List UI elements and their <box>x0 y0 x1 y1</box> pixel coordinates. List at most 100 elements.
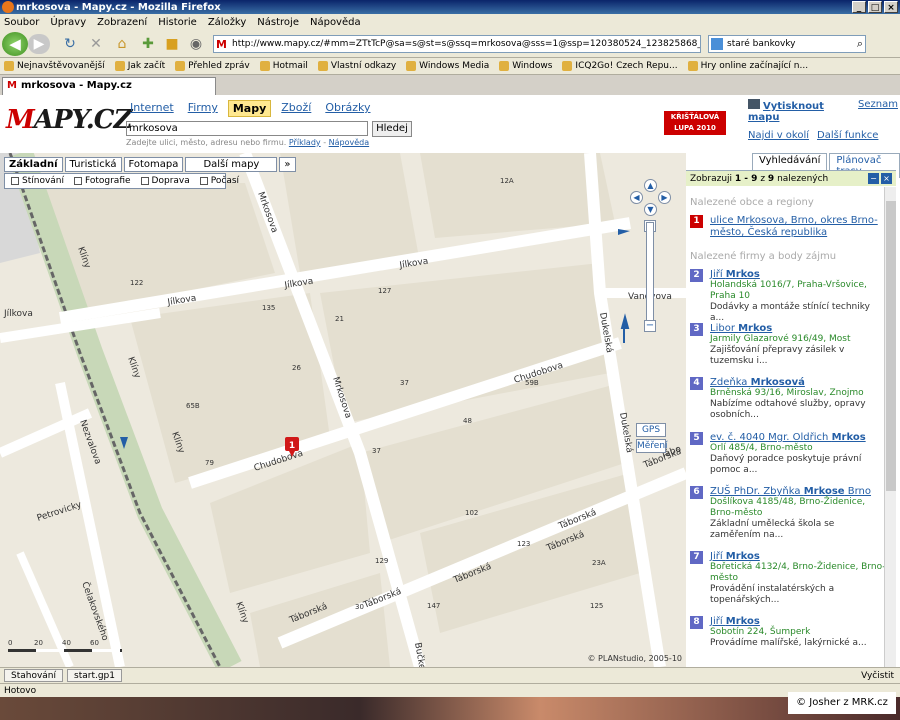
seznam-link[interactable]: Seznam <box>858 99 898 123</box>
bookmark-item[interactable]: Přehled zpráv <box>175 61 250 71</box>
award-badge[interactable]: KŘIŠŤÁLOVÁ LUPA 2010 <box>664 111 726 135</box>
result-item[interactable]: 2 Jiří Mrkos Holandská 1016/7, Praha-Vrš… <box>690 269 886 324</box>
search-icon[interactable]: ⌕ <box>857 36 863 52</box>
measure-button[interactable]: Měření <box>636 439 668 453</box>
addon2-icon[interactable]: ■ <box>162 34 182 54</box>
zoom-slider[interactable] <box>646 222 654 322</box>
result-name[interactable]: Jiří Mrkos <box>710 269 886 280</box>
result-item[interactable]: 1 ulice Mrkosova, Brno, okres Brno-město… <box>690 215 886 239</box>
result-address: Holandská 1016/7, Praha-Vršovice, Praha … <box>710 280 867 301</box>
pan-down-icon[interactable]: ▼ <box>644 203 657 216</box>
nav-mapy[interactable]: Mapy <box>227 100 272 117</box>
bookmark-item[interactable]: Vlastní odkazy <box>317 61 396 71</box>
print-map-link[interactable]: Vytisknout mapu <box>748 99 850 123</box>
maptype-photo[interactable]: Fotomapa <box>123 157 184 172</box>
menu-item[interactable]: Zobrazení <box>97 17 147 28</box>
gps-button[interactable]: GPS <box>636 423 666 437</box>
clear-button[interactable]: Vyčistit <box>861 671 894 681</box>
result-name[interactable]: ev. č. 4040 Mgr. Oldřich Mrkos <box>710 432 886 443</box>
result-item[interactable]: 4 Zdeňka Mrkosová Brněnská 93/16, Mirosl… <box>690 377 886 421</box>
result-item[interactable]: 6 ZUŠ PhDr. Zbyňka Mrkose Brno Došlíkova… <box>690 486 886 541</box>
nav-zbozi[interactable]: Zboží <box>277 100 315 117</box>
result-description: Daňový poradce poskytuje právní pomoc a.… <box>710 454 862 475</box>
back-button[interactable]: ◀ <box>2 32 28 56</box>
result-item[interactable]: 5 ev. č. 4040 Mgr. Oldřich Mrkos Orlí 48… <box>690 432 886 476</box>
pan-left-icon[interactable]: ◀ <box>630 191 643 204</box>
help-link[interactable]: Nápověda <box>329 138 370 147</box>
result-name[interactable]: ulice Mrkosova, Brno, okres Brno-město, … <box>710 215 878 238</box>
minimize-icon[interactable]: _ <box>852 1 866 13</box>
result-name[interactable]: Jiří Mrkos <box>710 551 886 562</box>
minimize-panel-icon[interactable]: − <box>868 173 879 184</box>
map-search-input[interactable]: mrkosova <box>126 121 368 136</box>
svg-text:147: 147 <box>427 602 440 610</box>
option-photos[interactable]: Fotografie <box>74 176 131 186</box>
pan-right-icon[interactable]: ▶ <box>658 191 671 204</box>
result-name[interactable]: ZUŠ PhDr. Zbyňka Mrkose Brno <box>710 486 886 497</box>
nav-obrazky[interactable]: Obrázky <box>321 100 374 117</box>
maptype-tourist[interactable]: Turistická <box>64 157 122 172</box>
url-bar[interactable]: M http://www.mapy.cz/#mm=ZTtTcP@sa=s@st=… <box>213 35 701 53</box>
home-icon[interactable]: ⌂ <box>112 34 132 54</box>
tab-bar: M mrkosova - Mapy.cz <box>0 75 900 95</box>
menu-item[interactable]: Záložky <box>208 17 246 28</box>
downloads-item[interactable]: Stahování <box>4 669 64 682</box>
scrollbar-thumb[interactable] <box>886 201 896 491</box>
map-canvas[interactable]: Jílkova Jílkova Jílkova Jílkova Mrkosova… <box>0 153 686 667</box>
option-shading[interactable]: Stínování <box>11 176 64 186</box>
menu-item[interactable]: Soubor <box>4 17 39 28</box>
checkbox-icon <box>74 177 82 185</box>
browser-search-input[interactable]: staré bankovky ⌕ <box>708 35 866 53</box>
menu-item[interactable]: Nápověda <box>310 17 361 28</box>
mapy-logo[interactable]: MAPY.CZ <box>6 105 132 135</box>
nav-firmy[interactable]: Firmy <box>184 100 222 117</box>
menu-item[interactable]: Historie <box>158 17 197 28</box>
maptype-more[interactable]: Další mapy <box>185 157 278 172</box>
result-item[interactable]: 7 Jiří Mrkos Bořetická 4132/4, Brno-Žide… <box>690 551 886 606</box>
zoom-out-button[interactable]: − <box>644 320 656 332</box>
menu-item[interactable]: Úpravy <box>50 17 86 28</box>
nav-internet[interactable]: Internet <box>126 100 178 117</box>
menu-item[interactable]: Nástroje <box>257 17 299 28</box>
url-text: http://www.mapy.cz/#mm=ZTtTcP@sa=s@st=s@… <box>232 39 700 49</box>
svg-text:60: 60 <box>90 639 99 647</box>
bookmark-item[interactable]: Jak začít <box>114 61 165 71</box>
bookmark-item[interactable]: Windows <box>499 61 552 71</box>
find-nearby-link[interactable]: Najdi v okolí <box>748 130 809 141</box>
addon-icon[interactable]: ✚ <box>138 34 158 54</box>
more-functions-link[interactable]: Další funkce <box>817 130 878 141</box>
result-name[interactable]: Zdeňka Mrkosová <box>710 377 886 388</box>
background-photo-strip <box>0 697 900 720</box>
bookmark-item[interactable]: ICQ2Go! Czech Repu... <box>562 61 678 71</box>
result-item[interactable]: 3 Libor Mrkos Jarmily Glazarové 916/49, … <box>690 323 886 367</box>
bookmark-icon <box>406 61 417 71</box>
bookmark-item[interactable]: Nejnavštěvovanější <box>4 61 105 71</box>
chevron-down-icon[interactable]: » <box>279 157 296 172</box>
pan-up-icon[interactable]: ▲ <box>644 179 657 192</box>
option-traffic[interactable]: Doprava <box>140 176 190 186</box>
addon3-icon[interactable]: ◉ <box>186 34 206 54</box>
examples-link[interactable]: Příklady <box>289 138 321 147</box>
maximize-icon[interactable]: □ <box>868 1 882 13</box>
result-description: Základní umělecká škola se zaměřením na.… <box>710 519 835 540</box>
close-icon[interactable]: × <box>884 1 898 13</box>
close-panel-icon[interactable]: × <box>881 173 892 184</box>
forward-button[interactable]: ▶ <box>28 34 50 54</box>
file-item[interactable]: start.gp1 <box>67 669 122 682</box>
reload-icon[interactable]: ↻ <box>60 34 80 54</box>
svg-text:37: 37 <box>372 447 381 455</box>
result-name[interactable]: Libor Mrkos <box>710 323 886 334</box>
search-button[interactable]: Hledej <box>372 121 412 137</box>
bookmark-item[interactable]: Windows Media <box>406 61 489 71</box>
result-name[interactable]: Jiří Mrkos <box>710 616 886 627</box>
stop-icon[interactable]: ✕ <box>86 34 106 54</box>
option-weather[interactable]: Počasí <box>199 176 239 186</box>
bookmark-icon <box>175 61 186 71</box>
browser-tab[interactable]: M mrkosova - Mapy.cz <box>2 77 216 95</box>
bookmark-item[interactable]: Hotmail <box>259 61 308 71</box>
maptype-basic[interactable]: Základní <box>4 157 63 172</box>
svg-text:1: 1 <box>289 441 295 451</box>
results-scrollbar[interactable] <box>884 187 896 667</box>
result-item[interactable]: 8 Jiří Mrkos Sobotín 224, Šumperk Provád… <box>690 616 886 649</box>
bookmark-item[interactable]: Hry online začínající n... <box>687 61 808 71</box>
